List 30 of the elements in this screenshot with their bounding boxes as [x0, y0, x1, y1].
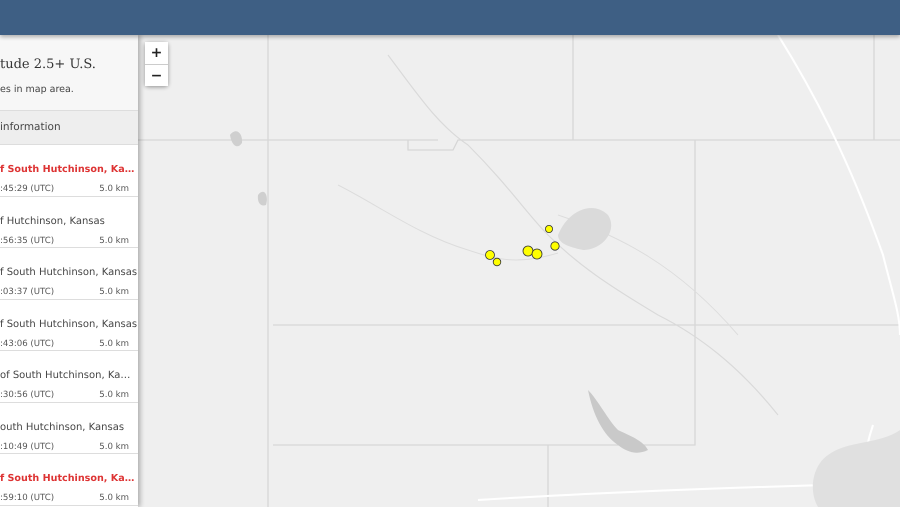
depth-value: 5.0 km — [99, 338, 129, 350]
place-name: f South Hutchinson, Ka… — [0, 163, 134, 177]
place-name: f South Hutchinson, Kansas — [0, 318, 138, 332]
event-time: :43:06 (UTC) — [0, 338, 54, 350]
event-time: :03:37 (UTC) — [0, 286, 54, 299]
depth-value: 5.0 km — [99, 183, 129, 196]
place-name: outh Hutchinson, Kansas — [0, 420, 124, 434]
event-time: :59:10 (UTC) — [0, 492, 54, 505]
place-name: f South Hutchinson, Ka… — [0, 472, 134, 486]
event-time: :30:56 (UTC) — [0, 389, 54, 402]
panel-title: tude 2.5+ U.S. — [0, 56, 96, 74]
earthquake-marker[interactable] — [545, 225, 553, 233]
depth-value: 5.0 km — [99, 389, 129, 402]
depth-value: 5.0 km — [99, 492, 129, 505]
event-time: :45:29 (UTC) — [0, 183, 54, 196]
zoom-out-button[interactable]: − — [145, 64, 168, 86]
place-name: f Hutchinson, Kansas — [0, 214, 105, 228]
section-label: information — [0, 121, 61, 133]
panel-subtitle: es in map area. — [0, 83, 74, 97]
depth-value: 5.0 km — [99, 286, 129, 299]
earthquake-marker[interactable] — [485, 250, 495, 260]
depth-value: 5.0 km — [99, 440, 129, 454]
event-time: :10:49 (UTC) — [0, 440, 54, 454]
place-name: of South Hutchinson, Ka… — [0, 369, 130, 383]
place-name: f South Hutchinson, Kansas — [0, 266, 138, 280]
zoom-in-button[interactable]: + — [145, 42, 168, 64]
earthquake-marker[interactable] — [550, 241, 560, 251]
event-time: :56:35 (UTC) — [0, 234, 54, 248]
depth-value: 5.0 km — [99, 234, 129, 248]
earthquake-marker[interactable] — [492, 258, 502, 266]
